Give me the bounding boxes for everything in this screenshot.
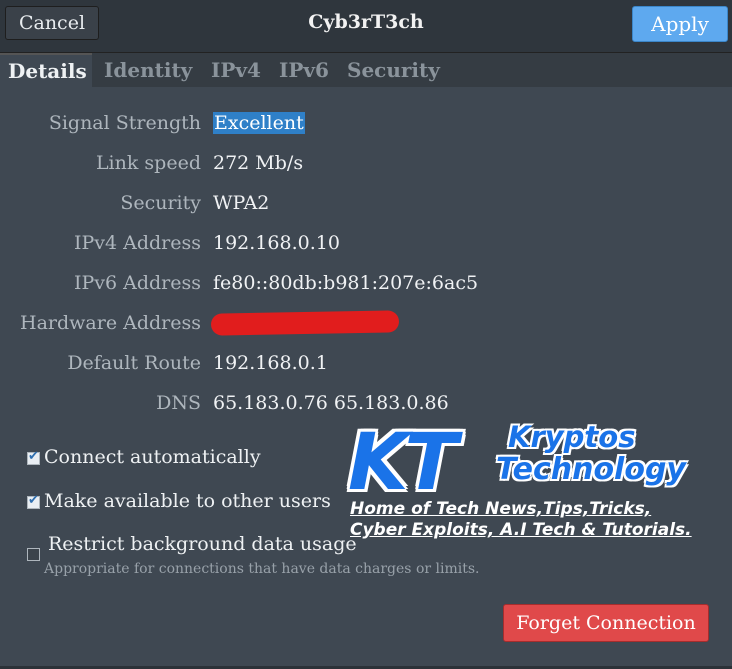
link-speed-label: Link speed: [95, 152, 201, 174]
connection-details-window: Cancel Cyb3rT3ch Apply Details Identity …: [0, 0, 732, 669]
dns-value: 65.183.0.76 65.183.0.86: [213, 392, 449, 414]
watermark-name-line1: Kryptos: [508, 420, 636, 454]
tab-ipv6[interactable]: IPv6: [279, 53, 329, 87]
hardware-address-redaction: [210, 310, 400, 336]
ipv6-address-label: IPv6 Address: [73, 272, 201, 294]
tab-identity[interactable]: Identity: [104, 53, 192, 87]
tab-details[interactable]: Details: [0, 53, 92, 87]
ipv6-address-value: fe80::80db:b981:207e:6ac5: [213, 272, 479, 294]
connect-automatically-label[interactable]: Connect automatically: [44, 446, 261, 468]
watermark-name-line2: Technology: [496, 452, 686, 487]
watermark-logo: KT: [348, 418, 458, 508]
make-available-checkbox[interactable]: [27, 493, 40, 509]
kryptos-watermark: KT Kryptos Technology Home of Tech News,…: [348, 418, 728, 548]
connect-automatically-checkbox[interactable]: [27, 449, 40, 465]
forget-connection-button[interactable]: Forget Connection: [503, 604, 709, 642]
default-route-value: 192.168.0.1: [213, 352, 328, 374]
make-available-label[interactable]: Make available to other users: [44, 490, 331, 512]
restrict-background-checkbox[interactable]: [27, 548, 40, 561]
link-speed-value: 272 Mb/s: [213, 152, 304, 174]
ipv4-address-value: 192.168.0.10: [213, 232, 340, 254]
tab-security[interactable]: Security: [347, 53, 440, 87]
restrict-background-hint: Appropriate for connections that have da…: [44, 561, 480, 577]
watermark-tagline2: Cyber Exploits, A.I Tech & Tutorials.: [350, 520, 692, 540]
restrict-background-label[interactable]: Restrict background data usage: [48, 533, 357, 555]
watermark-tagline1: Home of Tech News,Tips,Tricks,: [350, 499, 652, 519]
hardware-address-label: Hardware Address: [20, 312, 201, 334]
tab-bar: Details Identity IPv4 IPv6 Security: [0, 53, 732, 87]
signal-strength-text: Excellent: [213, 112, 305, 134]
ipv4-address-label: IPv4 Address: [73, 232, 201, 254]
signal-strength-value: Excellent: [213, 112, 305, 134]
security-label: Security: [120, 192, 201, 214]
signal-strength-label: Signal Strength: [48, 112, 201, 134]
apply-button[interactable]: Apply: [632, 6, 728, 42]
dns-label: DNS: [156, 392, 201, 414]
header-bar: Cancel Cyb3rT3ch Apply: [0, 0, 732, 53]
security-value: WPA2: [213, 192, 270, 214]
default-route-label: Default Route: [67, 352, 201, 374]
window-title: Cyb3rT3ch: [308, 11, 424, 33]
tab-ipv4[interactable]: IPv4: [211, 53, 261, 87]
